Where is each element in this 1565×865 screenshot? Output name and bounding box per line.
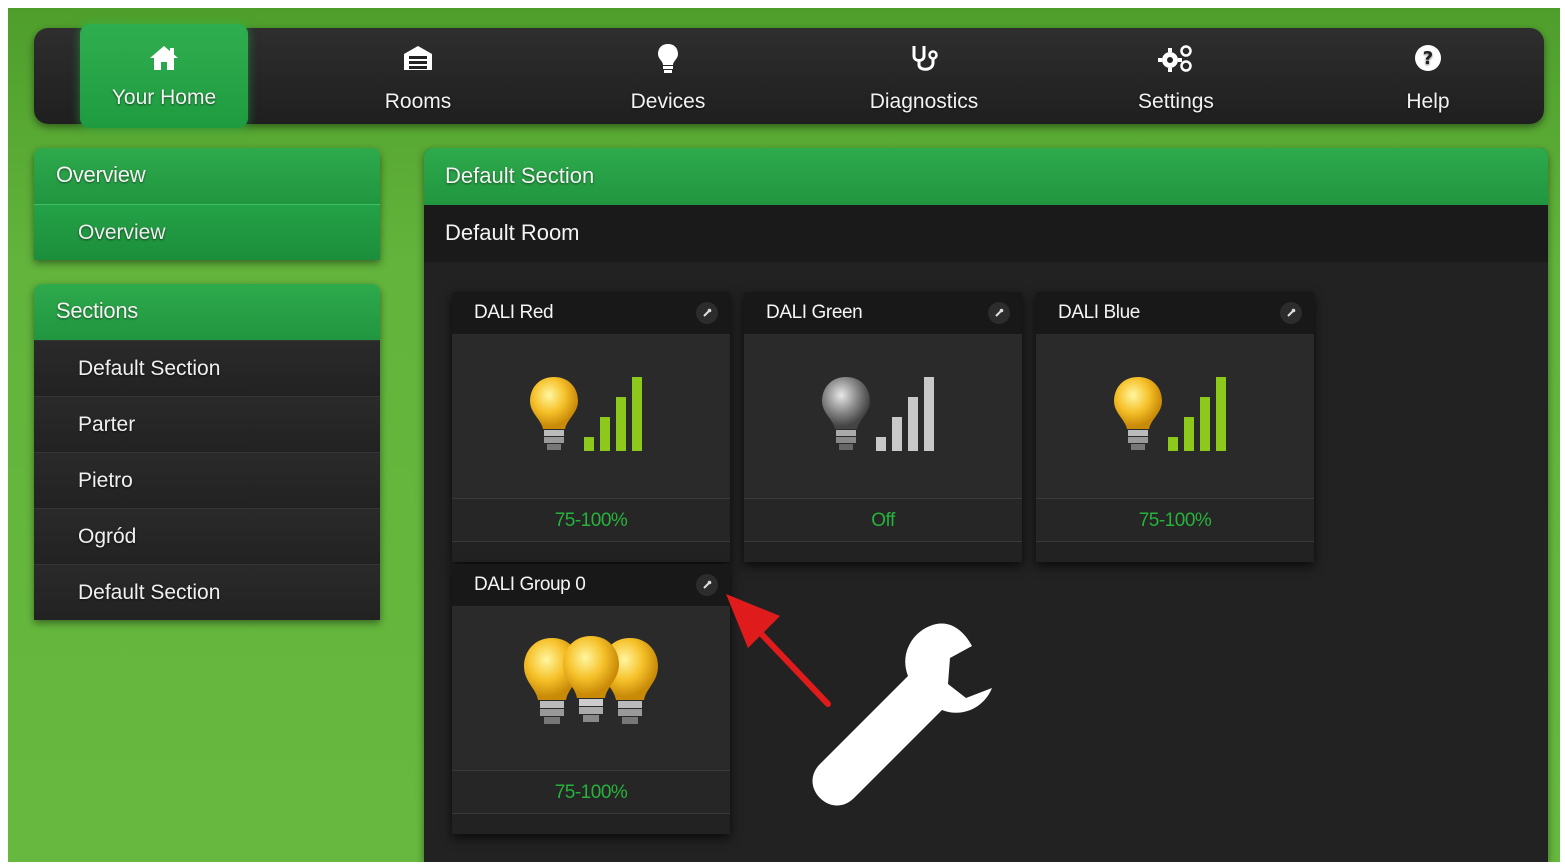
top-nav: Your Home Rooms Devices Diagnostics Sett…	[34, 24, 1544, 128]
sidebar-item-default-section-2[interactable]: Default Section	[34, 564, 380, 620]
nav-diagnostics[interactable]: Diagnostics	[840, 28, 1008, 124]
section-title: Default Section	[424, 148, 1548, 205]
device-settings-button[interactable]	[988, 302, 1010, 324]
room-title: Default Room	[424, 205, 1548, 262]
nav-help[interactable]: ? Help	[1344, 28, 1512, 124]
device-status: 75-100%	[452, 770, 730, 814]
nav-devices[interactable]: Devices	[584, 28, 752, 124]
nav-label: Rooms	[384, 90, 452, 113]
bulb-on-signal-icon	[530, 377, 642, 451]
bulb-off-signal-icon	[822, 377, 934, 451]
question-icon: ?	[1415, 45, 1441, 71]
nav-label: Help	[1406, 90, 1450, 113]
home-icon	[150, 46, 178, 70]
overview-panel-header: Overview	[34, 148, 380, 204]
device-status: 75-100%	[1036, 498, 1314, 542]
device-settings-button[interactable]	[1280, 302, 1302, 324]
nav-label: Your Home	[111, 86, 217, 109]
device-name: DALI Group 0	[452, 564, 730, 606]
wrench-small-icon	[703, 308, 712, 317]
overview-panel: Overview Overview	[34, 148, 380, 260]
nav-label: Settings	[1138, 90, 1214, 113]
device-card-dali-red[interactable]: DALI Red 75-100%	[452, 292, 730, 562]
garage-icon	[404, 46, 432, 70]
nav-rooms[interactable]: Rooms	[334, 28, 502, 124]
sidebar-item-pietro[interactable]: Pietro	[34, 452, 380, 508]
sidebar-item-default-section[interactable]: Default Section	[34, 340, 380, 396]
bulb-on-signal-icon	[1114, 377, 1226, 451]
wrench-small-icon	[995, 308, 1004, 317]
nav-label: Diagnostics	[869, 90, 979, 113]
sidebar-item-parter[interactable]: Parter	[34, 396, 380, 452]
sidebar-item-ogrod[interactable]: Ogród	[34, 508, 380, 564]
nav-label: Devices	[630, 90, 706, 113]
app-frame: Your Home Rooms Devices Diagnostics Sett…	[8, 8, 1560, 862]
sections-panel: Sections Default Section Parter Pietro O…	[34, 284, 380, 620]
device-settings-button[interactable]	[696, 574, 718, 596]
stethoscope-icon	[912, 46, 938, 71]
wrench-icon	[812, 623, 992, 806]
device-name: DALI Blue	[1036, 292, 1314, 334]
device-name: DALI Green	[744, 292, 1022, 334]
sidebar-item-overview[interactable]: Overview	[34, 204, 380, 260]
device-settings-button[interactable]	[696, 302, 718, 324]
wrench-small-icon	[703, 580, 712, 589]
nav-your-home[interactable]: Your Home	[80, 24, 248, 128]
device-card-dali-blue[interactable]: DALI Blue 75-100%	[1036, 292, 1314, 562]
nav-settings[interactable]: Settings	[1092, 28, 1260, 124]
device-name: DALI Red	[452, 292, 730, 334]
wrench-small-icon	[1287, 308, 1296, 317]
bulb-group-icon	[524, 636, 658, 724]
device-status: 75-100%	[452, 498, 730, 542]
gears-icon	[1158, 45, 1192, 72]
svg-text:?: ?	[1423, 48, 1433, 69]
device-card-dali-group-0[interactable]: DALI Group 0 75-100%	[452, 564, 730, 834]
sections-panel-header: Sections	[34, 284, 380, 340]
device-card-dali-green[interactable]: DALI Green Off	[744, 292, 1022, 562]
device-status: Off	[744, 498, 1022, 542]
lightbulb-icon	[658, 44, 678, 73]
